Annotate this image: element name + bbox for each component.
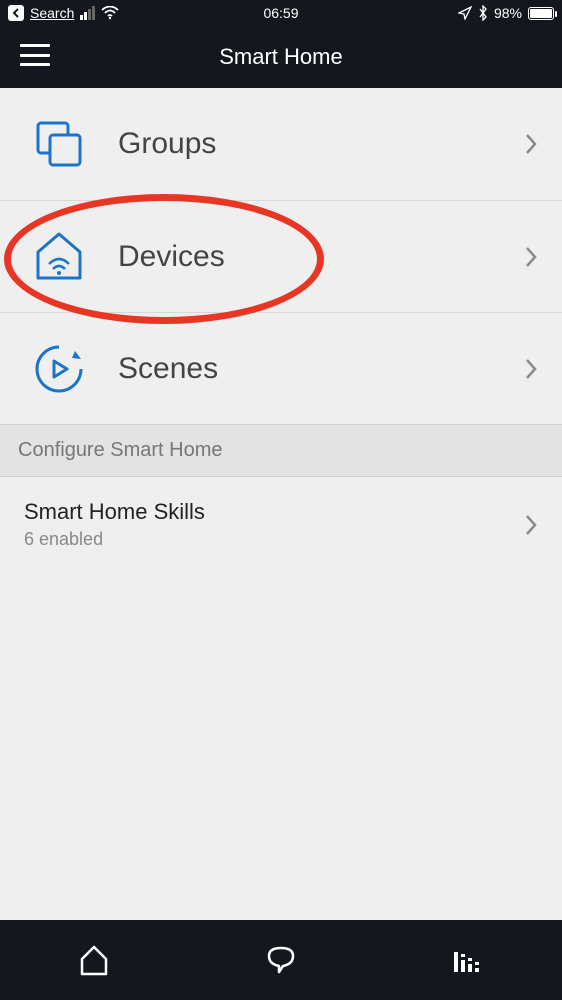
hamburger-menu-icon[interactable] bbox=[20, 44, 50, 66]
skills-subtitle: 6 enabled bbox=[24, 529, 205, 550]
groups-icon bbox=[24, 114, 94, 174]
devices-icon bbox=[24, 227, 94, 287]
row-devices-label: Devices bbox=[118, 240, 524, 274]
scenes-icon bbox=[24, 339, 94, 399]
status-time: 06:59 bbox=[190, 5, 372, 21]
chevron-right-icon bbox=[524, 513, 538, 537]
back-app-label[interactable]: Search bbox=[30, 5, 74, 21]
row-scenes-label: Scenes bbox=[118, 352, 524, 386]
row-scenes[interactable]: Scenes bbox=[0, 312, 562, 424]
bottom-nav bbox=[0, 920, 562, 1000]
app-header: Smart Home bbox=[0, 26, 562, 88]
cellular-signal-icon bbox=[80, 6, 95, 20]
ios-status-bar: Search 06:59 98% bbox=[0, 0, 562, 26]
section-header-configure: Configure Smart Home bbox=[0, 424, 562, 477]
row-devices[interactable]: Devices bbox=[0, 200, 562, 312]
row-groups-label: Groups bbox=[118, 127, 524, 161]
chevron-right-icon bbox=[524, 132, 538, 156]
bluetooth-icon bbox=[478, 5, 488, 21]
back-chevron-icon[interactable] bbox=[8, 5, 24, 21]
location-arrow-icon bbox=[458, 6, 472, 20]
wifi-icon bbox=[101, 6, 119, 20]
row-smart-home-skills[interactable]: Smart Home Skills 6 enabled bbox=[0, 477, 562, 572]
nav-home-icon[interactable] bbox=[74, 940, 114, 980]
category-list: Groups Devices bbox=[0, 88, 562, 424]
chevron-right-icon bbox=[524, 245, 538, 269]
chevron-right-icon bbox=[524, 357, 538, 381]
row-groups[interactable]: Groups bbox=[0, 88, 562, 200]
nav-equalizer-icon[interactable] bbox=[448, 940, 488, 980]
page-title: Smart Home bbox=[219, 44, 342, 70]
nav-chat-icon[interactable] bbox=[261, 940, 301, 980]
battery-percent: 98% bbox=[494, 5, 522, 21]
main-content: Groups Devices bbox=[0, 88, 562, 572]
battery-icon bbox=[528, 7, 554, 20]
skills-title: Smart Home Skills bbox=[24, 499, 205, 525]
